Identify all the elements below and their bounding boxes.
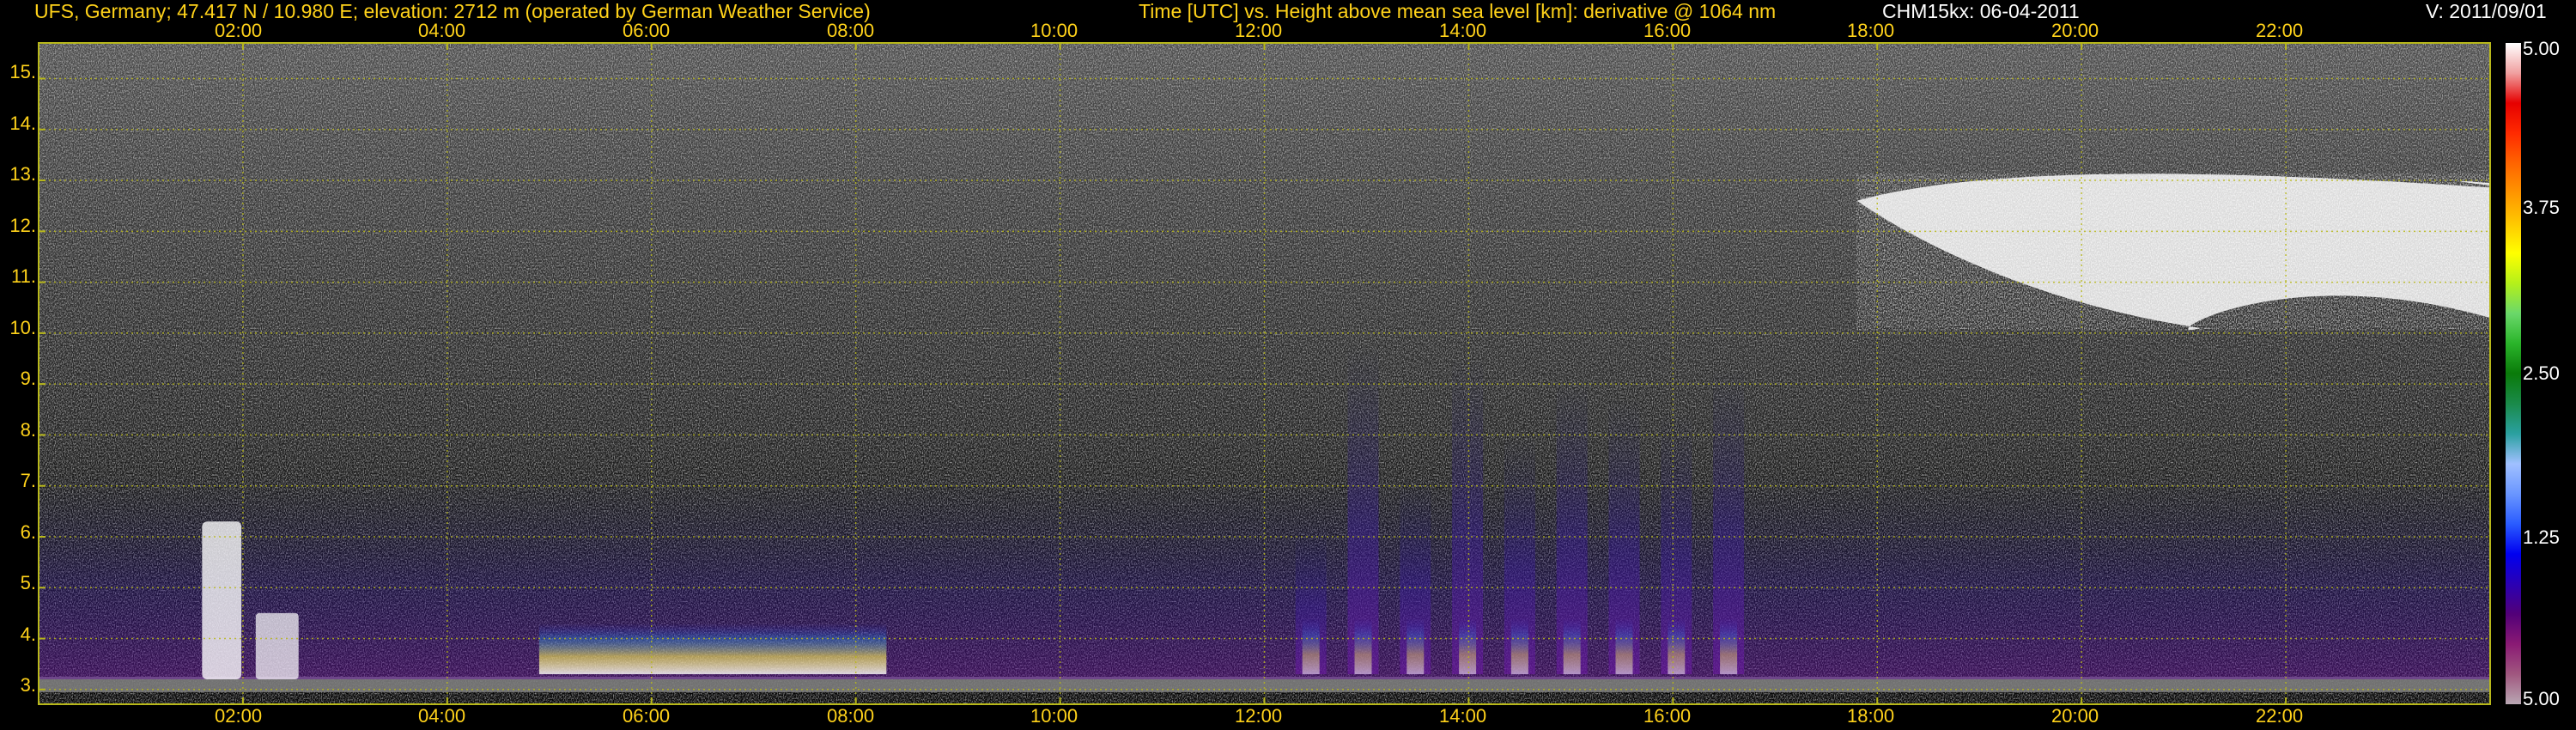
plot-area <box>39 43 2490 704</box>
plume-base-highlight <box>1406 617 1425 675</box>
plume-base-highlight <box>1510 617 1528 675</box>
plot-canvas <box>38 42 2521 705</box>
plume-base-highlight <box>1668 617 1686 675</box>
plume-base-highlight <box>1615 617 1633 675</box>
plume-base-highlight <box>1354 617 1372 675</box>
aerosol-hotspot <box>538 623 887 675</box>
plume-base-highlight <box>1459 617 1477 675</box>
plume-base-highlight <box>1720 617 1738 675</box>
ceilometer-plot-window: { "header": { "site": "UFS, Germany; 47.… <box>0 0 2576 730</box>
low-cloud-fragment <box>255 612 299 679</box>
plume-base-highlight <box>1563 617 1581 675</box>
boundary-layer-haze <box>39 475 2490 679</box>
colorbar <box>2506 43 2521 704</box>
low-cloud-column <box>202 521 242 679</box>
plume-base-highlight <box>1302 617 1320 675</box>
